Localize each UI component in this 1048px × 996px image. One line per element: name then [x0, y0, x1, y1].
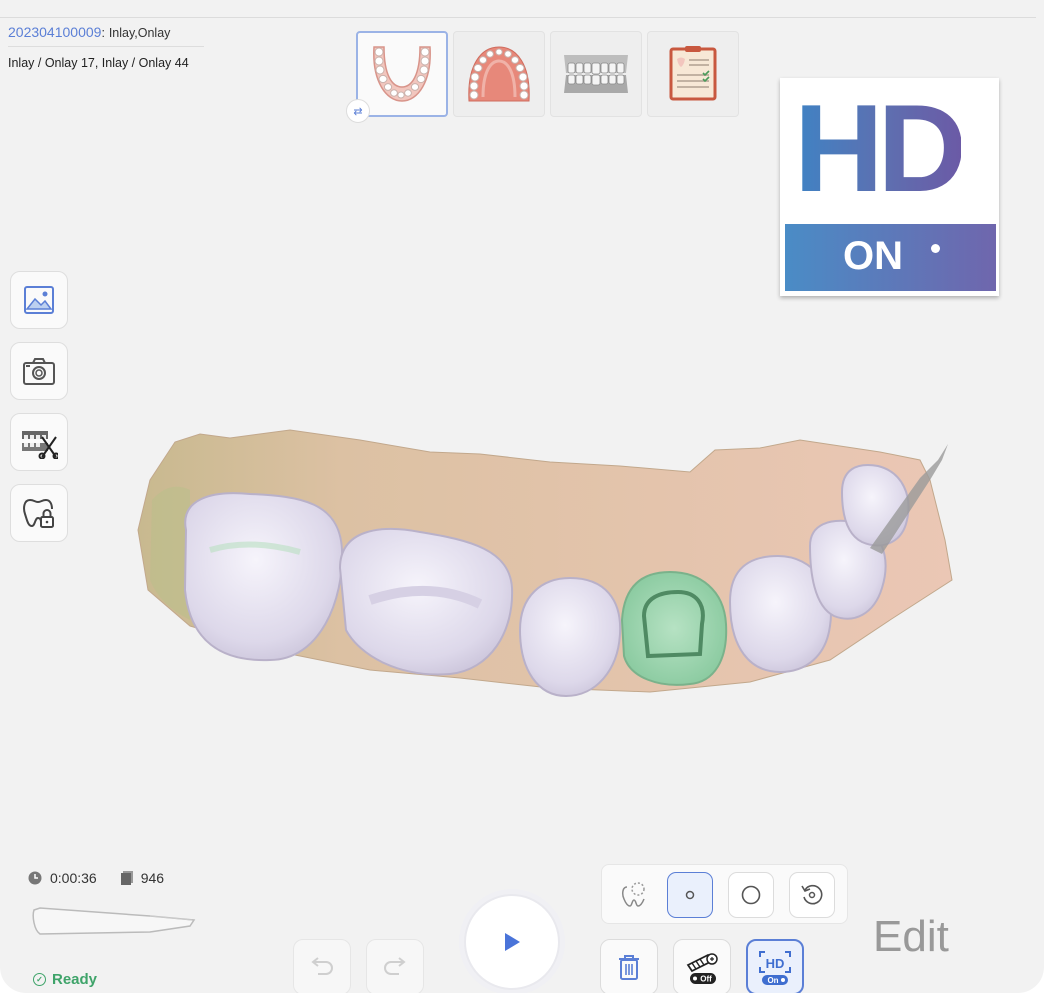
- swap-jaw-icon[interactable]: ⇄: [346, 99, 370, 123]
- title-bar-remnant: [10, 0, 90, 6]
- lock-tooth-icon: [23, 498, 54, 528]
- occlusion-icon: [564, 55, 628, 93]
- rotate-reset-icon: [801, 884, 823, 905]
- trim-icon: [22, 431, 58, 459]
- hd-on-badge: HD ON: [780, 78, 999, 296]
- thumb-upper-jaw[interactable]: [453, 31, 545, 117]
- header-divider: [0, 17, 1036, 18]
- thumb-lower-jaw[interactable]: ⇄: [346, 31, 448, 123]
- prescription-form-icon: [669, 46, 717, 101]
- redo-icon: [384, 957, 406, 975]
- play-icon: [505, 933, 520, 951]
- smart-tooth-button[interactable]: [612, 872, 656, 916]
- image-button[interactable]: [10, 271, 68, 329]
- hd-toggle-state: On: [767, 976, 778, 985]
- hd-badge-title: HD: [794, 80, 967, 218]
- ai-filter-icon: Off: [686, 953, 718, 984]
- edit-label[interactable]: Edit: [873, 912, 949, 962]
- hd-toggle-icon: HD On: [759, 951, 791, 985]
- case-type: Inlay,Onlay: [108, 26, 171, 40]
- hd-toggle-button[interactable]: HD On: [746, 939, 804, 993]
- thumb-prescription[interactable]: [647, 31, 739, 117]
- hd-badge-bar: ON: [785, 224, 996, 291]
- trash-icon: [619, 955, 639, 980]
- ai-filter-toggle-button[interactable]: Off: [673, 939, 731, 993]
- image-icon: [24, 286, 54, 314]
- large-circle-icon: [741, 885, 761, 905]
- side-toolbar: [10, 271, 68, 555]
- ready-check-icon: ✓: [33, 973, 46, 986]
- ready-label: Ready: [52, 971, 98, 988]
- clock-icon: [28, 871, 42, 885]
- smart-tooth-icon: [622, 882, 645, 907]
- ai-filter-state: Off: [700, 975, 712, 984]
- jaw-thumbnail-strip: ⇄: [346, 31, 739, 123]
- scan-stats: 0:00:36 946: [28, 870, 164, 886]
- scan-mode-group: [601, 864, 848, 924]
- undo-button[interactable]: [293, 939, 351, 993]
- camera-icon: [23, 358, 55, 385]
- small-tip-mode-button[interactable]: [667, 872, 713, 918]
- camera-button[interactable]: [10, 342, 68, 400]
- case-separator: :: [101, 26, 105, 40]
- large-tip-mode-button[interactable]: [728, 872, 774, 918]
- redo-button[interactable]: [366, 939, 424, 993]
- lower-jaw-icon: [373, 46, 431, 102]
- thumb-occlusion[interactable]: [550, 31, 642, 117]
- case-header: 202304100009: Inlay,Onlay: [8, 24, 170, 40]
- frames-icon: [120, 871, 133, 885]
- undo-icon: [311, 957, 333, 975]
- upper-jaw-icon: [468, 46, 530, 102]
- ready-status: ✓ Ready: [33, 971, 97, 988]
- lock-tooth-button[interactable]: [10, 484, 68, 542]
- play-scan-button[interactable]: [464, 894, 560, 990]
- case-teeth-list: Inlay / Onlay 17, Inlay / Onlay 44: [8, 56, 189, 70]
- scan-app: 202304100009: Inlay,Onlay Inlay / Onlay …: [0, 0, 1044, 993]
- case-number[interactable]: 202304100009: [8, 24, 101, 40]
- hd-badge-dot: [931, 244, 940, 253]
- scanner-device-icon: [32, 907, 196, 935]
- case-divider: [8, 46, 204, 47]
- frame-count: 946: [140, 870, 165, 886]
- scan-time: 0:00:36: [50, 870, 97, 886]
- small-circle-icon: [685, 890, 695, 900]
- hd-toggle-label: HD: [766, 956, 785, 971]
- reset-view-button[interactable]: [789, 872, 835, 918]
- trim-button[interactable]: [10, 413, 68, 471]
- delete-button[interactable]: [600, 939, 658, 993]
- hd-badge-state: ON: [843, 234, 903, 278]
- scan-3d-model[interactable]: [130, 420, 960, 720]
